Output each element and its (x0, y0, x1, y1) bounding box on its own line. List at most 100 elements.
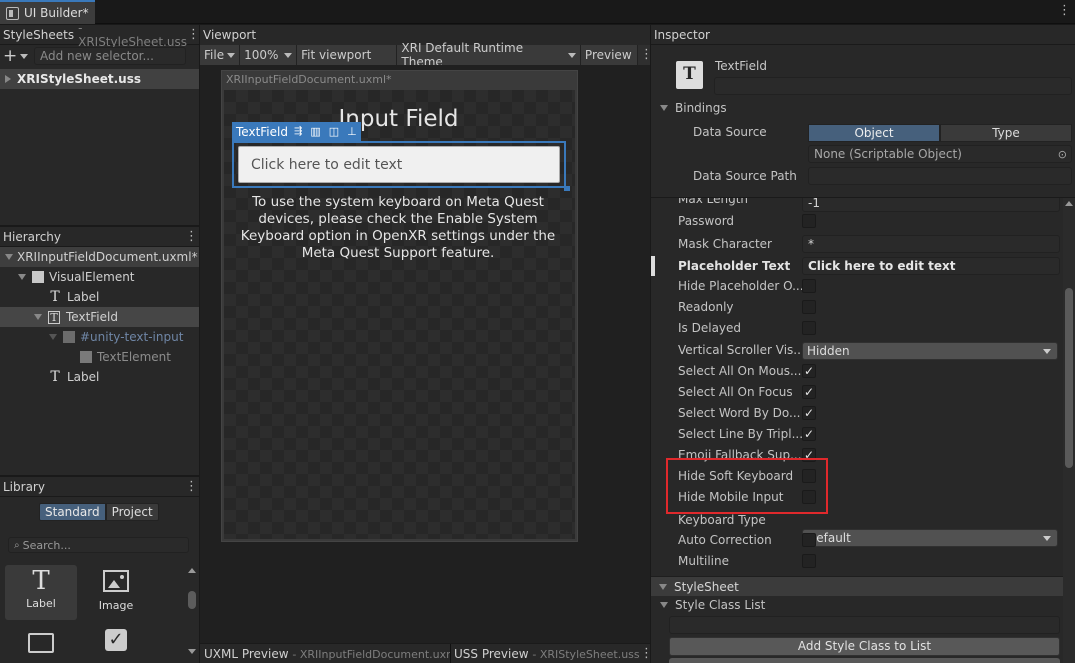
stylesheet-section-header[interactable]: StyleSheet (651, 576, 1063, 596)
expand-icon[interactable] (49, 334, 57, 340)
style-class-list-foldout[interactable]: Style Class List (660, 598, 765, 612)
hierarchy-item-label[interactable]: T Label (0, 287, 199, 307)
tab-standard[interactable]: Standard (39, 503, 106, 521)
scroll-down-icon[interactable] (188, 649, 196, 654)
is-delayed-label: Is Delayed (678, 321, 742, 335)
max-length-label: Max Length (678, 198, 749, 206)
hide-placeholder-checkbox[interactable] (802, 279, 816, 293)
hierarchy-menu-icon[interactable]: ⋮ (185, 230, 198, 243)
window-tab-label: UI Builder* (24, 6, 89, 20)
library-title: Library (3, 479, 45, 494)
data-source-path-field[interactable] (808, 167, 1072, 185)
scroll-up-icon[interactable] (1065, 201, 1073, 206)
select-word-checkbox[interactable]: ✓ (802, 406, 816, 420)
hierarchy-item-textfield[interactable]: T TextField (0, 307, 199, 327)
hierarchy-item-text-input[interactable]: #unity-text-input (0, 327, 199, 347)
element-name-field[interactable] (714, 77, 1072, 95)
stylesheet-item[interactable]: XRIStyleSheet.uss (0, 69, 199, 89)
hierarchy-item-label-2[interactable]: T Label (0, 367, 199, 387)
multiline-checkbox[interactable] (802, 554, 816, 568)
zoom-label: 100% (244, 48, 279, 62)
text-field-icon: T (48, 310, 60, 324)
library-search-input[interactable]: ⌕ Search... (8, 537, 189, 553)
object-picker-icon[interactable]: ⊙ (1058, 148, 1067, 161)
placeholder-text-field[interactable]: Click here to edit text (802, 257, 1060, 275)
chevron-down-icon (284, 52, 293, 58)
chevron-down-icon (227, 52, 236, 58)
scroll-thumb[interactable] (188, 591, 196, 609)
window-menu-icon[interactable]: ⋮ (1058, 4, 1071, 17)
select-all-focus-checkbox[interactable]: ✓ (802, 385, 816, 399)
stylesheets-menu-icon[interactable]: ⋮ (187, 28, 200, 41)
tab-project[interactable]: Project (105, 503, 159, 521)
scroll-thumb[interactable] (1065, 288, 1073, 468)
style-class-input[interactable] (669, 616, 1060, 634)
readonly-checkbox[interactable] (802, 300, 816, 314)
bindings-foldout[interactable]: Bindings (660, 101, 727, 115)
file-menu[interactable]: File (200, 45, 241, 65)
vertical-scroller-dropdown[interactable]: Hidden (802, 342, 1058, 360)
select-all-mouse-checkbox[interactable]: ✓ (802, 364, 816, 378)
expand-icon[interactable] (660, 105, 668, 111)
align-center-icon[interactable]: ◫ (329, 125, 339, 138)
hierarchy-item-visualelement[interactable]: VisualElement (0, 267, 199, 287)
uss-preview-label: USS Preview (454, 647, 529, 661)
data-source-toggle: Object Type (808, 124, 1072, 142)
data-source-object-button[interactable]: Object (808, 124, 940, 142)
align-column-icon[interactable]: ▥ (310, 125, 320, 138)
canvas-description: To use the system keyboard on Meta Quest… (240, 194, 556, 261)
search-placeholder: Search... (22, 538, 71, 552)
library-menu-icon[interactable]: ⋮ (185, 480, 198, 493)
uxml-preview-file: - XRIInputFieldDocument.uxml (292, 648, 450, 661)
uss-preview-menu-icon[interactable]: ⋮ (640, 647, 653, 660)
chevron-down-icon[interactable] (20, 53, 28, 59)
next-button[interactable] (669, 658, 1060, 663)
canvas-text-field[interactable]: Click here to edit text (238, 146, 560, 183)
file-menu-label: File (204, 48, 225, 62)
data-source-object-field[interactable]: None (Scriptable Object) ⊙ (808, 145, 1072, 163)
plus-icon[interactable]: + (3, 46, 17, 66)
expand-icon[interactable] (659, 583, 667, 590)
placeholder-text-label: Placeholder Text (678, 259, 791, 273)
library-item-label[interactable]: T Label (5, 565, 77, 620)
expand-icon[interactable] (5, 254, 13, 260)
add-selector-input[interactable]: Add new selector... (34, 47, 186, 65)
viewport-menu-icon[interactable]: ⋮ (640, 48, 653, 65)
uss-preview-tab[interactable]: USS Preview - XRIStyleSheet.uss (454, 647, 640, 661)
password-checkbox[interactable] (802, 214, 816, 228)
uxml-preview-tab[interactable]: UXML Preview - XRIInputFieldDocument.uxm… (204, 647, 450, 661)
auto-correction-checkbox[interactable] (802, 533, 816, 547)
hierarchy-item-textelement[interactable]: TextElement (0, 347, 199, 367)
align-bottom-icon[interactable]: ⊥ (347, 125, 357, 138)
fit-viewport-button[interactable]: Fit viewport (297, 45, 398, 65)
button-icon[interactable] (28, 633, 54, 653)
stylesheets-title: StyleSheets (3, 27, 75, 42)
expand-icon[interactable] (18, 274, 26, 280)
hierarchy-document[interactable]: XRIInputFieldDocument.uxml* (0, 247, 199, 267)
expand-icon[interactable] (34, 314, 42, 320)
is-delayed-checkbox[interactable] (802, 321, 816, 335)
hierarchy-item-label-text: Label (67, 290, 100, 304)
hierarchy-header: Hierarchy ⋮ (0, 227, 199, 247)
data-source-value: None (Scriptable Object) (814, 147, 962, 161)
toggle-icon[interactable]: ✓ (105, 629, 127, 651)
preview-button[interactable]: Preview (580, 45, 638, 65)
align-row-icon[interactable]: ⇶ (294, 126, 302, 137)
resize-handle[interactable] (564, 186, 570, 191)
keyboard-type-dropdown[interactable]: Default (802, 529, 1058, 547)
inspector-scrollbar[interactable] (1063, 198, 1075, 663)
data-source-type-button[interactable]: Type (940, 124, 1072, 142)
stylesheets-panel: StyleSheets - XRIStyleSheet.uss ⋮ + Add … (0, 21, 200, 225)
mask-character-field[interactable]: * (802, 235, 1060, 253)
library-scrollbar[interactable] (188, 568, 196, 663)
select-line-checkbox[interactable]: ✓ (802, 427, 816, 441)
library-item-image[interactable]: Image (80, 565, 152, 620)
data-source-path-label: Data Source Path (693, 169, 797, 183)
scroll-up-icon[interactable] (188, 568, 196, 573)
zoom-dropdown[interactable]: 100% (240, 45, 298, 65)
add-style-class-button[interactable]: Add Style Class to List (669, 637, 1060, 656)
expand-icon[interactable] (660, 602, 668, 608)
expand-icon[interactable] (5, 75, 11, 83)
max-length-field[interactable]: -1 (802, 198, 1060, 212)
theme-dropdown[interactable]: XRI Default Runtime Theme (397, 41, 581, 69)
